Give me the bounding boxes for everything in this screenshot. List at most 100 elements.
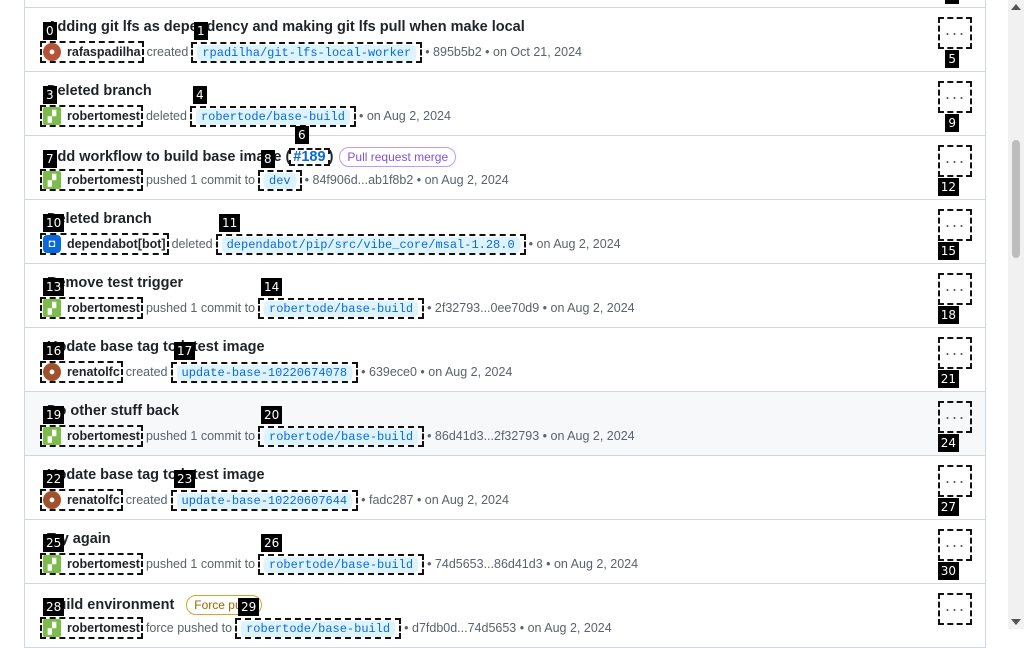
marker-label: 14 [261, 278, 283, 296]
marker-label: 11 [219, 214, 241, 232]
branch-ref-link[interactable]: rpadilha/git-lfs-local-worker [191, 41, 423, 63]
more-options-icon[interactable]: ··· [938, 529, 972, 561]
scroll-up-arrow-icon[interactable] [1011, 4, 1021, 10]
more-options-icon[interactable]: ··· [938, 145, 972, 177]
vertical-scrollbar[interactable] [1008, 0, 1024, 629]
marker-label: 23 [174, 470, 196, 488]
marker-label: 29 [238, 598, 260, 616]
marker-label: 28 [43, 598, 65, 616]
actor-username[interactable]: robertomest [67, 173, 140, 187]
action-text: deleted [171, 237, 213, 251]
pull-request-paren: ) [328, 149, 334, 165]
bot-avatar: ◘ [43, 235, 61, 253]
branch-ref-link[interactable]: robertode/base-build [258, 297, 425, 319]
actor-username[interactable]: renatolfc [67, 365, 120, 379]
actor-username[interactable]: rafaspadilha [67, 45, 141, 59]
actor-link[interactable]: ● renatolfc [40, 489, 123, 511]
photo-avatar: ● [43, 43, 61, 61]
actor-link[interactable]: ▞ robertomest [40, 617, 143, 639]
activity-title[interactable]: Do other stuff back [47, 403, 179, 419]
branch-ref-link[interactable]: dev [258, 169, 302, 191]
commit-date-detail: • 74d5653...86d41d3 • on Aug 2, 2024 [427, 557, 639, 571]
marker-label: 13 [43, 278, 65, 296]
identicon-avatar: ▞ [43, 619, 61, 637]
activity-title[interactable]: Build environment Force push [47, 595, 263, 615]
actor-link[interactable]: ▞ robertomest [40, 425, 143, 447]
marker-label: 16 [43, 342, 65, 360]
activity-title-text[interactable]: Do other stuff back [47, 403, 179, 419]
activity-meta: ▞ robertomest pushed 1 commit to robertode/… [40, 297, 635, 319]
more-options-icon[interactable]: ··· [938, 401, 972, 433]
actor-username[interactable]: robertomest [67, 109, 140, 123]
branch-ref-link[interactable]: dependabot/pip/src/vibe_core/msal-1.28.0 [215, 233, 526, 255]
branch-ref-name[interactable]: update-base-10220607644 [176, 492, 353, 509]
actor-username[interactable]: dependabot[bot] [67, 237, 166, 251]
scroll-thumb[interactable] [1012, 140, 1020, 258]
branch-ref-link[interactable]: robertode/base-build [189, 105, 356, 127]
identicon-avatar: ▞ [43, 299, 61, 317]
activity-title-text[interactable]: Remove test trigger [47, 275, 183, 291]
branch-ref-name[interactable]: dependabot/pip/src/vibe_core/msal-1.28.0 [221, 236, 520, 253]
actor-username[interactable]: robertomest [67, 557, 140, 571]
activity-title-text[interactable]: Update base tag to latest image [47, 467, 265, 483]
actor-username[interactable]: robertomest [67, 429, 140, 443]
actor-link[interactable]: ● renatolfc [40, 361, 123, 383]
activity-title[interactable]: Deleted branch [47, 83, 152, 99]
scroll-down-arrow-icon[interactable] [1011, 619, 1021, 625]
branch-ref-name[interactable]: robertode/base-build [264, 556, 419, 573]
actor-link[interactable]: ▞ robertomest [40, 105, 143, 127]
marker-label: 5 [945, 50, 959, 68]
marker-label: 7 [43, 150, 57, 168]
branch-ref-link[interactable]: update-base-10220607644 [170, 489, 359, 511]
actor-username[interactable]: robertomest [67, 301, 140, 315]
activity-title[interactable]: Remove test trigger [47, 275, 183, 291]
branch-ref-name[interactable]: robertode/base-build [264, 428, 419, 445]
branch-ref-name[interactable]: update-base-10220674078 [176, 364, 353, 381]
actor-link[interactable]: ◘ dependabot[bot] [40, 233, 169, 255]
activity-title-text[interactable]: Update base tag to latest image [47, 339, 265, 355]
branch-ref-name[interactable]: robertode/base-build [195, 108, 350, 125]
commit-date-detail: • 639ece0 • on Aug 2, 2024 [361, 365, 513, 379]
activity-title[interactable]: Add workflow to build base image (#189) P… [47, 147, 457, 167]
photo-avatar: ● [43, 491, 61, 509]
pull-request-link[interactable]: #189 [289, 148, 330, 166]
branch-ref-name[interactable]: rpadilha/git-lfs-local-worker [197, 44, 417, 61]
actor-link[interactable]: ▞ robertomest [40, 297, 143, 319]
activity-row: Deleted branch ▞ robertomest deleted roberto… [25, 50, 985, 136]
actor-username[interactable]: robertomest [67, 621, 140, 635]
activity-title-text[interactable]: Add workflow to build base image ( [47, 149, 290, 165]
activity-title[interactable]: Update base tag to latest image [47, 339, 265, 355]
more-options-icon[interactable]: ··· [938, 17, 972, 49]
activity-title-text[interactable]: Build environment [47, 597, 174, 613]
branch-ref-link[interactable]: robertode/base-build [258, 553, 425, 575]
identicon-avatar: ▞ [43, 171, 61, 189]
more-options-icon[interactable]: ··· [938, 465, 972, 497]
commit-date-detail: • on Aug 2, 2024 [528, 237, 621, 251]
actor-username[interactable]: renatolfc [67, 493, 120, 507]
action-text: pushed 1 commit to [145, 429, 256, 443]
marker-label: 15 [937, 242, 959, 260]
activity-meta: ● renatolfc created update-base-10220607644… [40, 489, 509, 511]
more-options-icon[interactable]: ··· [938, 81, 972, 113]
marker-label: 24 [937, 434, 959, 452]
marker-label: 12 [937, 178, 959, 196]
action-text: created [125, 365, 168, 379]
branch-ref-link[interactable]: robertode/base-build [258, 425, 425, 447]
more-options-icon[interactable]: ··· [938, 337, 972, 369]
branch-ref-name[interactable]: dev [264, 172, 296, 189]
branch-ref-name[interactable]: robertode/base-build [264, 300, 419, 317]
branch-ref-link[interactable]: robertode/base-build [235, 617, 402, 639]
more-options-icon[interactable]: ··· [938, 273, 972, 305]
activity-title[interactable]: Update base tag to latest image [47, 467, 265, 483]
marker-label: 10 [43, 214, 65, 232]
actor-link[interactable]: ▞ robertomest [40, 553, 143, 575]
marker-label: 3 [43, 86, 57, 104]
more-options-icon[interactable]: ··· [938, 209, 972, 241]
more-options-icon[interactable]: ··· [938, 593, 972, 625]
actor-link[interactable]: ▞ robertomest [40, 169, 143, 191]
activity-title-text[interactable]: Deleted branch [47, 83, 152, 99]
activity-title[interactable]: Adding git lfs as dependency and making … [47, 19, 525, 35]
activity-title-text[interactable]: Adding git lfs as dependency and making … [47, 19, 525, 35]
branch-ref-link[interactable]: update-base-10220674078 [170, 361, 359, 383]
actor-link[interactable]: ● rafaspadilha [40, 41, 144, 63]
